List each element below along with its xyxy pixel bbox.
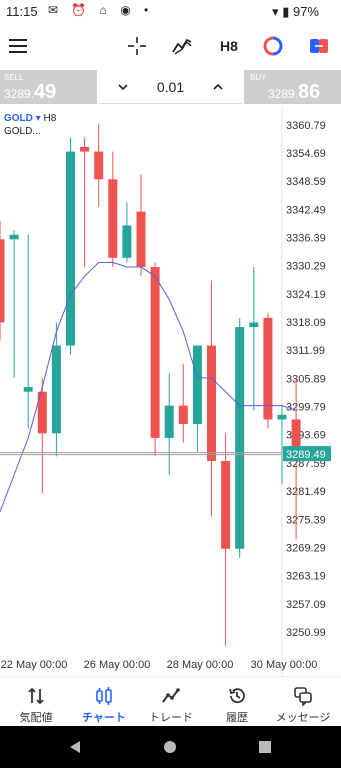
candle-body: [164, 405, 174, 438]
nav-trade-label: トレード: [149, 712, 193, 724]
nav-chart-label: チャート: [82, 712, 126, 724]
wifi-icon: ▾: [272, 4, 279, 19]
history-icon: [229, 688, 245, 704]
indicators-icon[interactable]: [171, 34, 193, 58]
time-tick-label: 28 May 00:00: [167, 659, 234, 671]
bottom-navigation: 気配値 チャート トレード 履歴 メッセージ: [0, 676, 341, 726]
symbol-description: GOLD...: [4, 126, 41, 137]
crosshair-icon[interactable]: [127, 34, 147, 58]
trade-icon: [162, 688, 180, 703]
sell-button[interactable]: SELL 3289.49: [0, 70, 97, 104]
candle-body: [249, 322, 259, 328]
candle-body: [263, 317, 273, 420]
nav-quotes-label: 気配値: [19, 712, 53, 724]
buy-price-big: 86: [298, 81, 321, 103]
nav-history[interactable]: 履歴: [203, 677, 271, 727]
battery-icon: ▮: [282, 4, 290, 19]
price-tick-label: 3318.09: [286, 317, 326, 329]
one-click-trading-panel: SELL 3289.49 0.01 BUY 3289.86: [0, 70, 341, 104]
price-tick-label: 3257.09: [286, 599, 326, 611]
notification-icons: ✉ ⏰ ⌂ ◉ •: [48, 3, 154, 17]
price-tick-label: 3281.49: [286, 486, 326, 498]
system-navigation-bar: [0, 726, 341, 768]
candle-body: [235, 327, 245, 549]
candle-body: [94, 151, 104, 180]
quotes-icon: [28, 687, 44, 705]
price-tick-label: 3354.69: [286, 148, 326, 160]
candle-body: [192, 345, 202, 425]
candle-body: [66, 151, 75, 346]
sell-price-small: 3289.: [4, 87, 35, 101]
nav-quotes[interactable]: 気配値: [2, 677, 70, 727]
current-price-label: 3289.49: [286, 449, 326, 461]
status-right: ▾ ▮ 97%: [272, 4, 319, 20]
chart-icon: [96, 687, 112, 705]
timeframe-button[interactable]: H8: [216, 34, 242, 58]
candle-body: [221, 461, 231, 549]
nav-trade[interactable]: トレード: [137, 677, 205, 727]
candle-body: [51, 345, 61, 434]
status-time: 11:15: [6, 4, 38, 19]
price-tick-label: 3348.59: [286, 176, 326, 188]
price-tick-label: 3324.19: [286, 289, 326, 301]
time-tick-label: 22 May 00:00: [1, 659, 68, 671]
candle-body: [23, 387, 33, 392]
time-tick-label: 26 May 00:00: [84, 659, 151, 671]
price-tick-label: 3263.19: [286, 571, 326, 583]
nav-messages[interactable]: メッセージ: [269, 677, 337, 727]
sell-price-big: 49: [34, 81, 57, 103]
price-chart[interactable]: 3360.79 3354.69 3348.59 3342.49 3336.39 3330.…: [0, 104, 341, 676]
time-tick-label: 30 May 00:00: [251, 659, 318, 671]
price-tick-label: 3299.79: [286, 402, 326, 414]
price-tick-label: 3250.99: [286, 627, 326, 639]
symbol-dropdown-icon: ▾: [35, 113, 41, 124]
price-tick-label: 3330.29: [286, 261, 326, 273]
nav-history-label: 履歴: [226, 712, 248, 724]
price-tick-label: 3269.29: [286, 542, 326, 554]
candle-body: [9, 234, 19, 240]
candle-body: [207, 345, 216, 462]
chart-toolbar: H8: [0, 28, 341, 64]
candle-body: [277, 414, 287, 420]
home-icon[interactable]: [164, 741, 176, 753]
price-tick-label: 3311.99: [286, 345, 325, 357]
battery-level: 97%: [292, 4, 319, 19]
symbol-label[interactable]: GOLD ▾ H8: [4, 113, 56, 124]
lot-control: 0.01: [99, 70, 242, 104]
chevron-up-icon[interactable]: [210, 79, 226, 95]
buy-price: 3289.86: [268, 81, 320, 104]
price-tick-label: 3360.79: [286, 120, 326, 132]
price-tick-label: 3275.39: [286, 514, 326, 526]
back-icon[interactable]: [70, 741, 80, 753]
sell-price: 3289.49: [4, 81, 56, 104]
symbol-timeframe: H8: [43, 113, 57, 124]
nav-messages-label: メッセージ: [275, 712, 331, 724]
candle-body: [150, 267, 160, 438]
candle-body: [178, 405, 188, 425]
recents-icon[interactable]: [259, 741, 271, 753]
color-scheme-icon[interactable]: [263, 34, 283, 58]
buy-label: BUY: [250, 73, 267, 82]
nav-chart[interactable]: チャート: [70, 677, 138, 727]
candle-body: [136, 211, 146, 268]
trade-ticket-icon[interactable]: [309, 34, 329, 58]
menu-icon[interactable]: [8, 34, 28, 58]
candle-body: [122, 225, 132, 258]
buy-button[interactable]: BUY 3289.86: [244, 70, 341, 104]
price-tick-label: 3336.39: [286, 233, 326, 245]
candle-body: [80, 146, 90, 152]
buy-price-small: 3289.: [268, 87, 299, 101]
candle-body: [108, 179, 118, 258]
moving-average-line: [0, 261, 297, 513]
candle-body: [0, 239, 5, 323]
messages-icon: [294, 687, 312, 706]
status-bar: 11:15 ✉ ⏰ ⌂ ◉ • ▾ ▮ 97%: [0, 0, 341, 24]
price-tick-label: 3342.49: [286, 204, 326, 216]
symbol-name: GOLD: [4, 113, 33, 124]
price-tick-label: 3305.89: [286, 373, 326, 385]
